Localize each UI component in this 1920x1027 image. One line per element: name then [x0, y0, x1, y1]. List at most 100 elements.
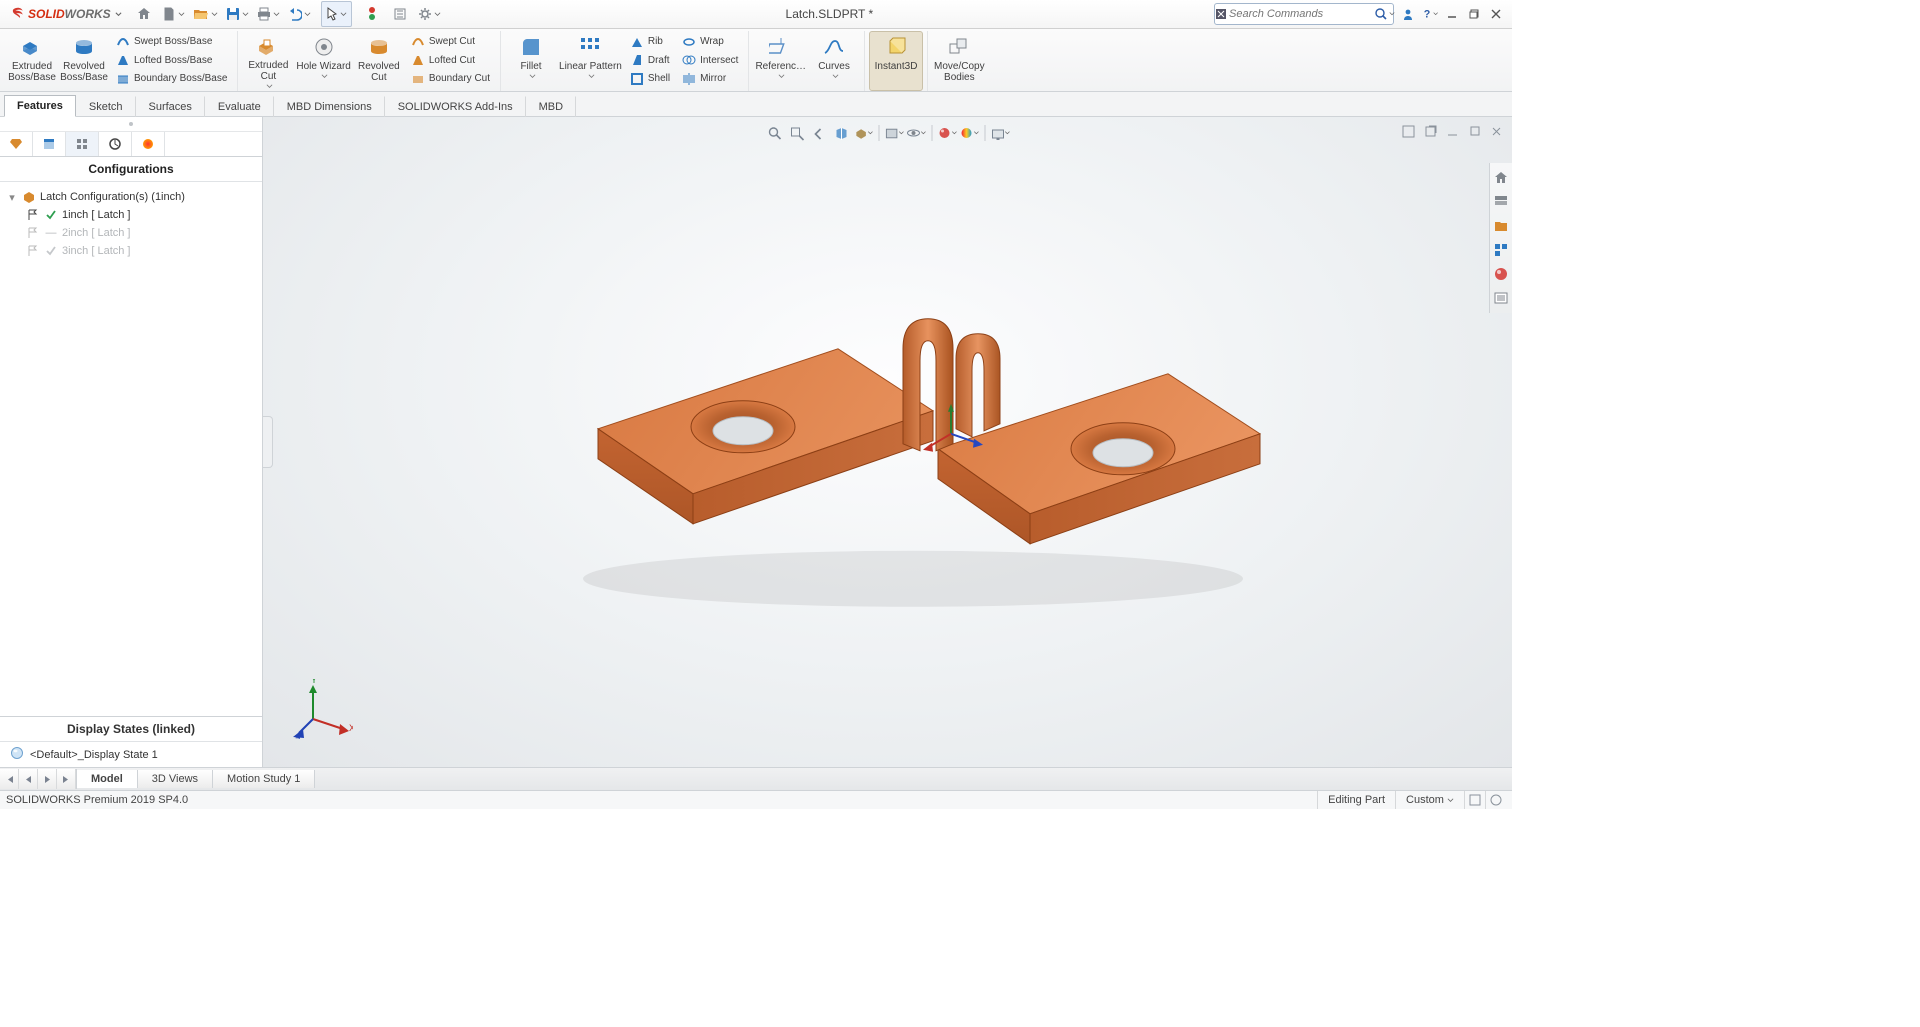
doc-tab-model[interactable]: Model [77, 770, 138, 788]
help-icon[interactable]: ? [1422, 6, 1438, 22]
intersect-button[interactable]: Intersect [679, 51, 741, 69]
zoom-area-icon[interactable] [787, 123, 807, 143]
new-button[interactable] [158, 2, 189, 26]
revolved-cut-button[interactable]: Revolved Cut [353, 32, 405, 90]
rib-button[interactable]: Rib [627, 33, 673, 51]
graphics-viewport[interactable]: Y X Z [263, 117, 1512, 767]
close-button[interactable] [1488, 6, 1504, 22]
property-tab[interactable] [33, 132, 66, 156]
revolved-boss-button[interactable]: Revolved Boss/Base [58, 32, 110, 90]
select-button[interactable] [321, 1, 352, 27]
view-palette-tab[interactable] [1490, 239, 1512, 261]
login-icon[interactable] [1400, 6, 1416, 22]
open-button[interactable] [189, 2, 222, 26]
document-title: Latch.SLDPRT * [447, 7, 1212, 21]
fillet-button[interactable]: Fillet [505, 32, 557, 90]
panel-collapse-handle[interactable] [263, 416, 273, 468]
tab-mbd-dimensions[interactable]: MBD Dimensions [274, 96, 385, 117]
wrap-button[interactable]: Wrap [679, 33, 741, 51]
swept-cut-button[interactable]: Swept Cut [408, 33, 493, 51]
nav-prev[interactable] [19, 769, 38, 789]
doc-tab-3dviews[interactable]: 3D Views [138, 770, 213, 788]
draft-button[interactable]: Draft [627, 51, 673, 69]
appearances-tab[interactable] [132, 132, 165, 156]
linear-pattern-button[interactable]: Linear Pattern [557, 32, 624, 90]
view-orientation-icon[interactable] [853, 123, 873, 143]
config-root[interactable]: ▾ Latch Configuration(s) (1inch) [4, 188, 258, 206]
custom-properties-tab[interactable] [1490, 287, 1512, 309]
doc-link-icon[interactable] [1398, 121, 1418, 141]
hide-show-icon[interactable] [906, 123, 926, 143]
save-button[interactable] [222, 2, 253, 26]
previous-view-icon[interactable] [809, 123, 829, 143]
edit-appearance-icon[interactable] [937, 123, 957, 143]
extruded-cut-button[interactable]: Extruded Cut [242, 32, 294, 90]
doc-close-icon[interactable] [1486, 121, 1506, 141]
latch-model [508, 279, 1268, 619]
print-button[interactable] [253, 2, 284, 26]
configuration-tab[interactable] [66, 132, 99, 156]
tab-evaluate[interactable]: Evaluate [205, 96, 274, 117]
search-commands[interactable] [1214, 3, 1394, 25]
options-button[interactable] [414, 2, 445, 26]
design-library-tab[interactable] [1490, 191, 1512, 213]
lofted-cut-button[interactable]: Lofted Cut [408, 51, 493, 69]
boundary-boss-button[interactable]: Boundary Boss/Base [113, 70, 230, 88]
nav-first[interactable] [0, 769, 19, 789]
doc-maximize-icon[interactable] [1464, 121, 1484, 141]
minimize-button[interactable] [1444, 6, 1460, 22]
app-logo[interactable]: SOLIDWORKS [4, 6, 128, 22]
tab-addins[interactable]: SOLIDWORKS Add-Ins [385, 96, 526, 117]
tab-sketch[interactable]: Sketch [76, 96, 136, 117]
reference-geometry-button[interactable]: Referenc… [753, 32, 808, 90]
display-states-header: Display States (linked) [0, 716, 262, 742]
home-button[interactable] [130, 2, 158, 26]
view-triad[interactable]: Y X Z [293, 679, 353, 739]
panel-grip[interactable] [0, 117, 262, 132]
config-item-2[interactable]: — 2inch [ Latch ] [4, 224, 258, 242]
config-item-1[interactable]: 1inch [ Latch ] [4, 206, 258, 224]
move-copy-bodies-button[interactable]: Move/Copy Bodies [932, 32, 987, 90]
view-settings-icon[interactable] [990, 123, 1010, 143]
undo-button[interactable] [284, 2, 315, 26]
curves-button[interactable]: Curves [808, 32, 860, 90]
status-extra-2[interactable] [1485, 791, 1506, 809]
lofted-boss-button[interactable]: Lofted Boss/Base [113, 51, 230, 69]
section-view-icon[interactable] [831, 123, 851, 143]
brand-grey: WORKS [65, 7, 111, 21]
doc-minimize-icon[interactable] [1442, 121, 1462, 141]
display-state-item[interactable]: <Default>_Display State 1 [0, 742, 262, 767]
tab-features[interactable]: Features [4, 95, 76, 117]
shell-button[interactable]: Shell [627, 70, 673, 88]
doc-tab-motion[interactable]: Motion Study 1 [213, 770, 315, 788]
file-explorer-tab[interactable] [1490, 215, 1512, 237]
appearances-scenes-tab[interactable] [1490, 263, 1512, 285]
apply-scene-icon[interactable] [959, 123, 979, 143]
boundary-cut-button[interactable]: Boundary Cut [408, 70, 493, 88]
instant3d-button[interactable]: Instant3D [869, 31, 923, 91]
traffic-light-icon[interactable] [358, 2, 386, 26]
status-mode: Editing Part [1317, 791, 1395, 809]
search-input[interactable] [1227, 7, 1374, 21]
tab-mbd[interactable]: MBD [526, 96, 576, 117]
tab-surfaces[interactable]: Surfaces [136, 96, 205, 117]
status-units[interactable]: Custom [1395, 791, 1464, 809]
rebuild-button[interactable] [386, 2, 414, 26]
display-style-icon[interactable] [884, 123, 904, 143]
feature-tree-tab[interactable] [0, 132, 33, 156]
hole-wizard-button[interactable]: Hole Wizard [294, 32, 352, 90]
mirror-button[interactable]: Mirror [679, 70, 741, 88]
resources-tab[interactable] [1490, 167, 1512, 189]
expand-menu-icon[interactable] [115, 11, 122, 18]
extruded-boss-button[interactable]: Extruded Boss/Base [6, 32, 58, 90]
zoom-fit-icon[interactable] [765, 123, 785, 143]
status-extra-1[interactable] [1464, 791, 1485, 809]
dimxpert-tab[interactable] [99, 132, 132, 156]
restore-button[interactable] [1466, 6, 1482, 22]
nav-last[interactable] [57, 769, 76, 789]
nav-next[interactable] [38, 769, 57, 789]
swept-boss-button[interactable]: Swept Boss/Base [113, 33, 230, 51]
doc-new-window-icon[interactable] [1420, 121, 1440, 141]
config-item-3[interactable]: 3inch [ Latch ] [4, 242, 258, 260]
search-icon[interactable] [1374, 7, 1395, 21]
